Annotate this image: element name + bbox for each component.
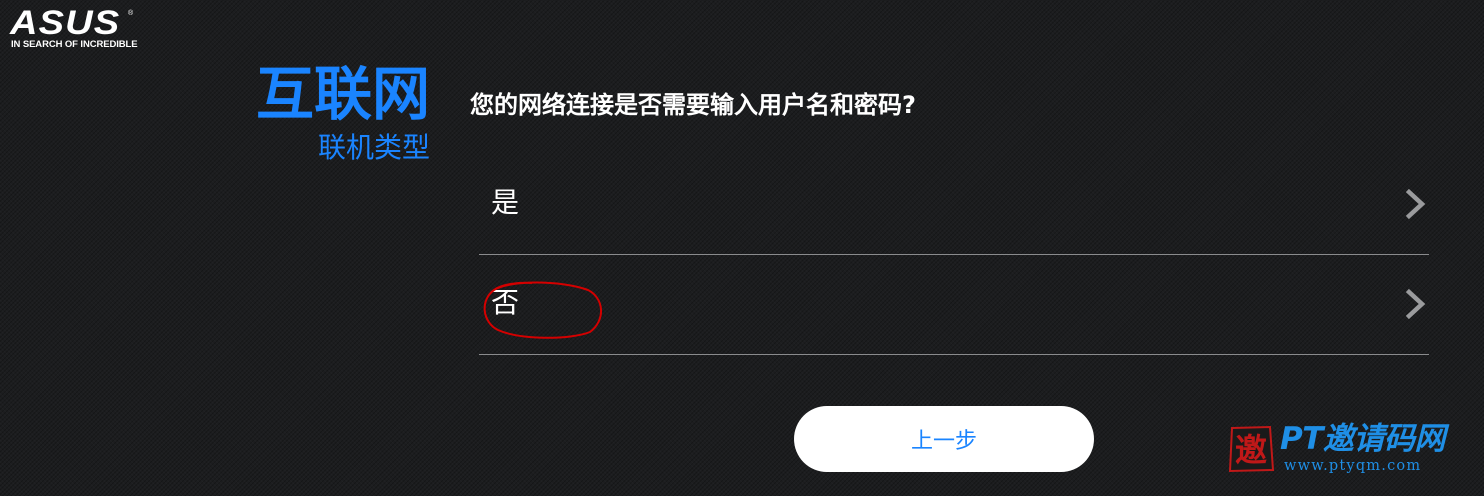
page-title-block: 互联网 联机类型 <box>256 58 430 164</box>
chevron-right-icon <box>1405 288 1426 320</box>
watermark-text: PT邀请码网 <box>1280 421 1445 457</box>
back-button[interactable]: 上一步 <box>794 406 1094 472</box>
logo-tagline: IN SEARCH OF INCREDIBLE <box>11 39 138 50</box>
back-button-label: 上一步 <box>910 429 977 454</box>
asus-logo: ASUS ® IN SEARCH OF INCREDIBLE <box>10 4 138 54</box>
option-yes-label: 是 <box>491 186 520 219</box>
seal-icon: 邀 <box>1228 425 1275 473</box>
logo-registered-mark: ® <box>128 10 134 17</box>
page-subtitle: 联机类型 <box>317 131 430 164</box>
seal-char: 邀 <box>1235 431 1267 469</box>
page-title: 互联网 <box>255 60 430 128</box>
option-yes[interactable]: 是 <box>479 155 1429 255</box>
chevron-right-icon <box>1405 188 1426 220</box>
option-no-label: 否 <box>491 286 520 319</box>
options-list: 是 否 <box>479 155 1429 355</box>
option-no[interactable]: 否 <box>479 255 1429 355</box>
question-text: 您的网络连接是否需要输入用户名和密码? <box>470 91 916 119</box>
logo-wordmark: ASUS <box>10 4 121 42</box>
watermark-url: www.ptyqm.com <box>1284 458 1422 474</box>
watermark: 邀 PT邀请码网 www.ptyqm.com <box>1226 421 1476 482</box>
